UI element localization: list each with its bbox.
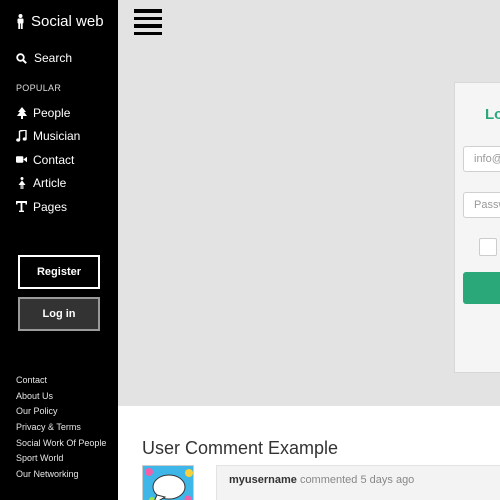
comment-action: commented (299, 474, 358, 486)
footer-link-about-us[interactable]: About Us (16, 389, 106, 405)
footer-link-contact[interactable]: Contact (16, 373, 106, 389)
video-camera-icon (16, 154, 27, 166)
menu-icon[interactable] (134, 9, 162, 35)
speech-bubble-icon (143, 466, 193, 500)
brand[interactable]: Social web (16, 13, 104, 30)
sidebar-item-label: Contact (33, 152, 75, 167)
login-button[interactable]: Log in (18, 297, 100, 331)
sidebar-item-label: Article (33, 176, 67, 191)
sidebar: Social web Search POPULAR People Musicia… (0, 0, 118, 500)
comment-meta: myusername commented 5 days ago (229, 474, 414, 486)
hero-section: Lo info@ Passw (118, 0, 500, 406)
section-label-popular: POPULAR (16, 83, 62, 93)
footer-link-our-networking[interactable]: Our Networking (16, 467, 106, 483)
login-card: Lo info@ Passw (454, 82, 500, 373)
music-icon (16, 130, 27, 142)
remember-me-checkbox[interactable] (479, 238, 497, 256)
comment-username[interactable]: myusername (229, 474, 297, 486)
footer-link-privacy-terms[interactable]: Privacy & Terms (16, 420, 106, 436)
text-icon (16, 201, 27, 213)
tree-icon (16, 106, 27, 119)
search-label: Search (34, 51, 73, 65)
comments-title: User Comment Example (142, 438, 339, 458)
search-icon (16, 52, 27, 64)
sidebar-item-label: Pages (33, 199, 68, 214)
sidebar-item-label: Musician (33, 129, 81, 144)
comments-section: User Comment Example myusername commente… (118, 406, 500, 500)
email-field[interactable]: info@ (463, 146, 500, 172)
sidebar-item-pages[interactable]: Pages (16, 195, 80, 219)
brand-name: Social web (31, 13, 104, 30)
search-link[interactable]: Search (16, 51, 72, 65)
sidebar-item-label: People (33, 105, 71, 120)
login-submit-button[interactable] (463, 272, 500, 304)
avatar[interactable] (142, 465, 194, 500)
sidebar-item-contact[interactable]: Contact (16, 148, 80, 172)
comment-item: myusername commented 5 days ago (216, 465, 500, 500)
sidebar-item-people[interactable]: People (16, 101, 80, 125)
footer-link-social-work[interactable]: Social Work Of People (16, 436, 106, 452)
female-icon (16, 177, 27, 190)
sidebar-item-article[interactable]: Article (16, 172, 80, 196)
register-button[interactable]: Register (18, 255, 100, 289)
password-field[interactable]: Passw (463, 192, 500, 218)
person-icon (17, 14, 24, 29)
footer-links: Contact About Us Our Policy Privacy & Te… (16, 373, 106, 483)
sidebar-nav: People Musician Contact Article Pages (16, 101, 80, 219)
login-title: Lo (485, 106, 500, 123)
footer-link-our-policy[interactable]: Our Policy (16, 404, 106, 420)
footer-link-sport-world[interactable]: Sport World (16, 451, 106, 467)
comment-time: 5 days ago (360, 474, 415, 486)
sidebar-item-musician[interactable]: Musician (16, 125, 80, 149)
